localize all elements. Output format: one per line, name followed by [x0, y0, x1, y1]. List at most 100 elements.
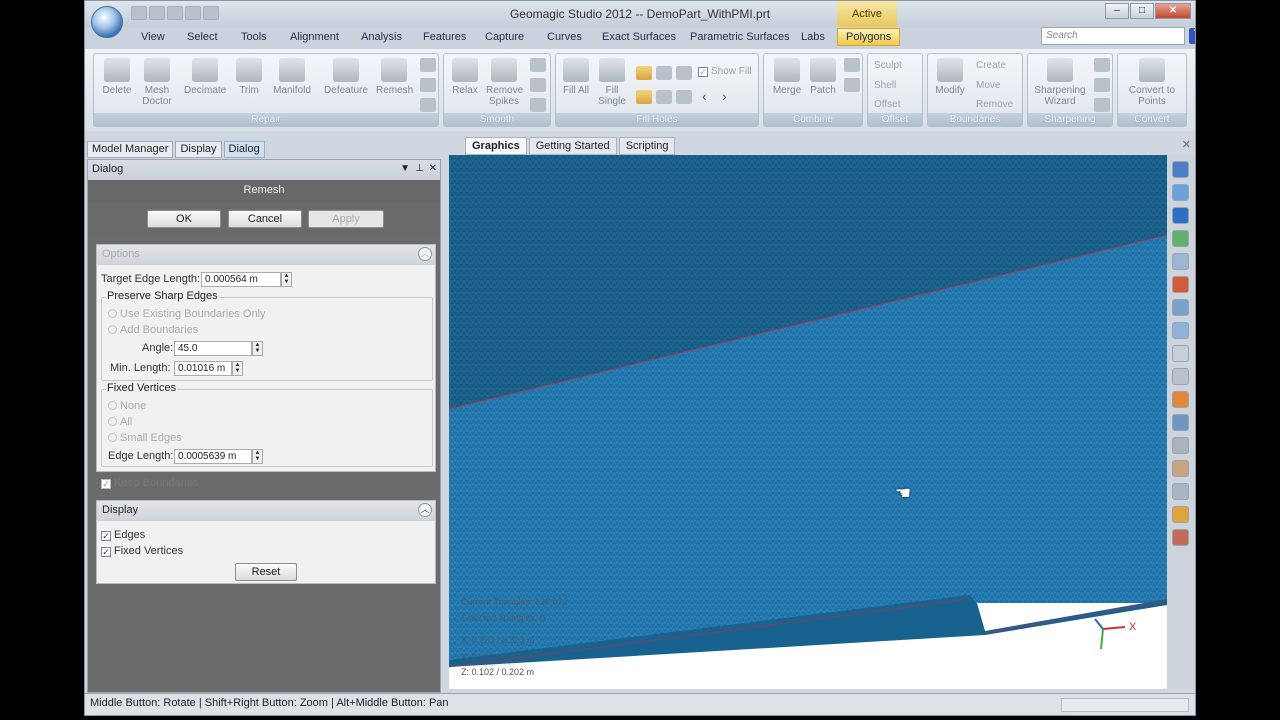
tab-graphics[interactable]: Graphics [465, 137, 527, 155]
view-icon-3[interactable] [1172, 207, 1189, 224]
view-icon-1[interactable] [1172, 161, 1189, 178]
close-button[interactable]: ✕ [1155, 3, 1191, 19]
tab-polygons[interactable]: Polygons [837, 28, 901, 46]
patch-button[interactable]: Patch [808, 58, 838, 96]
tab-getting-started[interactable]: Getting Started [528, 137, 617, 155]
relax-button[interactable]: Relax [450, 58, 480, 96]
application-menu-button[interactable] [91, 6, 123, 38]
repair-small-icon-3[interactable] [420, 98, 436, 112]
min-length-spinner[interactable]: ▲ ▼ [232, 361, 243, 376]
view-icon-9[interactable] [1172, 345, 1189, 362]
save-icon[interactable] [167, 6, 183, 20]
view-icon-12[interactable] [1172, 414, 1189, 431]
fixed-vertices-checkbox[interactable]: ✓ Fixed Vertices [101, 545, 183, 557]
angle-spinner[interactable]: ▲ ▼ [252, 341, 263, 356]
smooth-small-icon-1[interactable] [530, 58, 546, 72]
keep-boundaries-checkbox[interactable]: ✓ Keep Boundaries [101, 477, 198, 489]
open-icon[interactable] [149, 6, 165, 20]
cancel-button[interactable]: Cancel [228, 210, 302, 228]
fill-tangent-icon[interactable] [656, 66, 672, 80]
merge-button[interactable]: Merge [770, 58, 804, 96]
sharpening-small-icon-3[interactable] [1094, 98, 1110, 112]
remove-spikes-button[interactable]: Remove Spikes [486, 58, 523, 107]
manifold-button[interactable]: Manifold [270, 58, 314, 96]
view-icon-10[interactable] [1172, 368, 1189, 385]
zoom-icon[interactable] [1172, 253, 1189, 270]
fill-single-button[interactable]: Fill Single [596, 58, 628, 107]
ok-button[interactable]: OK [147, 210, 221, 228]
small-edges-radio[interactable]: Small Edges [108, 432, 182, 444]
apply-button[interactable]: Apply [308, 210, 384, 228]
fill-complete-icon[interactable] [636, 90, 652, 104]
dropdown-icon[interactable]: ▼ [400, 163, 410, 174]
tab-labs[interactable]: Labs [801, 31, 825, 43]
fill-all-button[interactable]: Fill All [562, 58, 590, 96]
fill-flat-icon[interactable] [676, 66, 692, 80]
view-icon-6[interactable] [1172, 276, 1189, 293]
tab-tools[interactable]: Tools [241, 31, 267, 43]
sharpening-wizard-button[interactable]: Sharpening Wizard [1032, 58, 1088, 107]
next-hole-icon[interactable]: › [722, 88, 727, 104]
new-icon[interactable] [131, 6, 147, 20]
collapse-icon[interactable]: ︿ [418, 503, 432, 517]
reset-button[interactable]: Reset [235, 563, 297, 581]
convert-to-points-button[interactable]: Convert to Points [1120, 58, 1184, 107]
min-length-input[interactable]: 0.01016 m [174, 361, 232, 376]
collapse-icon[interactable]: ︿ [418, 247, 432, 261]
smooth-small-icon-3[interactable] [530, 98, 546, 112]
combine-small-icon-1[interactable] [844, 58, 860, 72]
create-button[interactable]: Create [976, 60, 1006, 71]
graphics-close-icon[interactable]: ✕ [1182, 138, 1191, 151]
tab-alignment[interactable]: Alignment [290, 31, 339, 43]
none-radio[interactable]: None [108, 400, 146, 412]
delete-button[interactable]: Delete [102, 58, 132, 96]
tab-exact-surfaces[interactable]: Exact Surfaces [602, 31, 676, 43]
view-icon-2[interactable] [1172, 184, 1189, 201]
view-icon-17[interactable] [1172, 529, 1189, 546]
view-icon-11[interactable] [1172, 391, 1189, 408]
edges-checkbox[interactable]: ✓ Edges [101, 529, 145, 541]
sharpening-small-icon-2[interactable] [1094, 78, 1110, 92]
undo-icon[interactable] [185, 6, 201, 20]
tab-curves[interactable]: Curves [547, 31, 582, 43]
modify-button[interactable]: Modify [932, 58, 968, 96]
tab-features[interactable]: Features [423, 31, 466, 43]
view-icon-15[interactable] [1172, 483, 1189, 500]
smooth-small-icon-2[interactable] [530, 78, 546, 92]
view-icon-14[interactable] [1172, 460, 1189, 477]
trim-button[interactable]: Trim [236, 58, 262, 96]
view-icon-13[interactable] [1172, 437, 1189, 454]
repair-small-icon-1[interactable] [420, 58, 436, 72]
help-icon[interactable]: ? [1189, 28, 1195, 44]
sculpt-button[interactable]: Sculpt [874, 60, 902, 71]
tab-select[interactable]: Select [187, 31, 218, 43]
remesh-button[interactable]: Remesh [376, 58, 413, 96]
sharpening-small-icon-1[interactable] [1094, 58, 1110, 72]
view-icon-8[interactable] [1172, 322, 1189, 339]
display-section-header[interactable]: Display ︿ [97, 501, 435, 521]
tab-dialog[interactable]: Dialog [223, 141, 265, 158]
fill-bridge-icon[interactable] [656, 90, 672, 104]
defeature-button[interactable]: Defeature [322, 58, 370, 96]
tab-model-manager[interactable]: Model Manager [87, 141, 174, 158]
move-button[interactable]: Move [976, 80, 1000, 91]
edge-length-input[interactable]: 0.0005639 m [174, 449, 252, 464]
fill-curvature-icon[interactable] [636, 66, 652, 80]
tab-parametric-surfaces[interactable]: Parametric Surfaces [690, 31, 790, 43]
mesh-doctor-button[interactable]: Mesh Doctor [140, 58, 174, 107]
view-icon-4[interactable] [1172, 230, 1189, 247]
search-input[interactable]: Search [1041, 27, 1185, 45]
graphics-viewport[interactable]: Current Triangles: 636,072 Selected Tria… [449, 155, 1167, 689]
options-section-header[interactable]: Options ︿ [97, 245, 435, 265]
view-icon-7[interactable] [1172, 299, 1189, 316]
redo-icon[interactable] [203, 6, 219, 20]
target-edge-spinner[interactable]: ▲ ▼ [281, 272, 292, 287]
offset-button[interactable]: Offset [874, 99, 901, 110]
tab-display[interactable]: Display [175, 141, 222, 158]
remove-button[interactable]: Remove [976, 99, 1013, 110]
show-fill-checkbox[interactable]: ✓ Show Fill [698, 66, 752, 77]
all-radio[interactable]: All [108, 416, 132, 428]
pin-icon[interactable]: ⊥ [415, 163, 424, 174]
target-edge-input[interactable]: 0.000564 m [201, 272, 281, 287]
use-existing-radio[interactable]: Use Existing Boundaries Only [108, 308, 266, 320]
